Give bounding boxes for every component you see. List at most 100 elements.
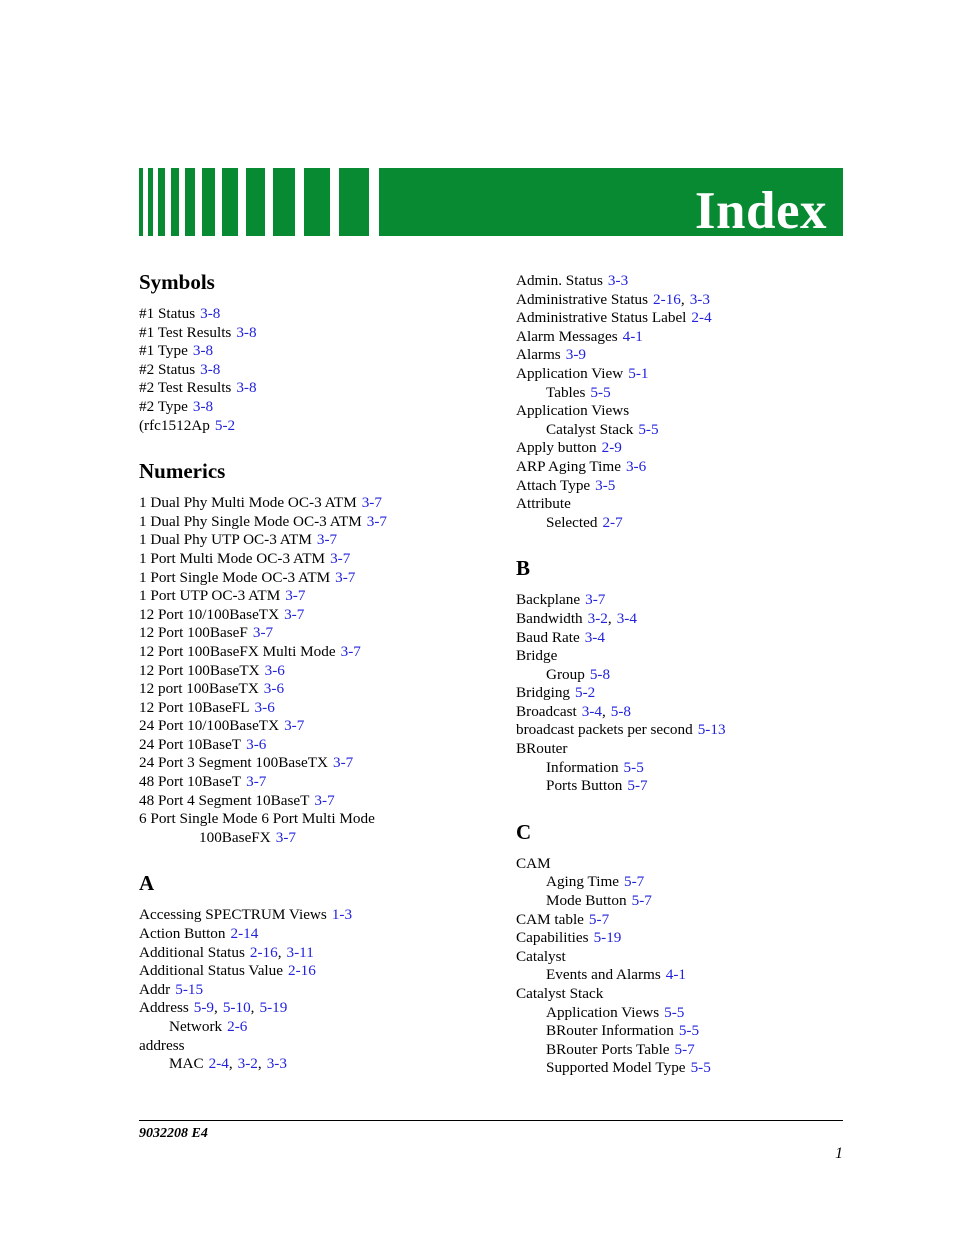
index-page-reference[interactable]: 1-3 — [332, 906, 352, 923]
index-page-reference[interactable]: 3-7 — [284, 606, 304, 623]
index-page-reference[interactable]: 2-9 — [602, 439, 622, 456]
index-page-reference[interactable]: 2-16 — [288, 962, 316, 979]
index-page-reference[interactable]: 2-16 — [250, 944, 278, 961]
index-page-reference[interactable]: 3-8 — [200, 305, 220, 322]
index-page-reference[interactable]: 3-6 — [265, 662, 285, 679]
index-entry-label: 1 Dual Phy Multi Mode OC-3 ATM — [139, 494, 357, 512]
index-page-reference[interactable]: 3-7 — [276, 829, 296, 846]
index-entry: Attach Type 3-5 — [516, 477, 856, 496]
index-page-reference[interactable]: 3-6 — [246, 736, 266, 753]
index-page-reference[interactable]: 3-8 — [193, 398, 213, 415]
index-column-right: Admin. Status 3-3 Administrative Status 2-1… — [516, 272, 856, 1078]
index-page-reference[interactable]: 5-2 — [215, 417, 235, 434]
index-page-reference[interactable]: 3-7 — [341, 643, 361, 660]
index-page-reference[interactable]: 3-6 — [255, 699, 275, 716]
index-entry-label: Application View — [516, 364, 624, 382]
index-page-reference[interactable]: 4-1 — [666, 966, 686, 983]
index-entry-label: #1 Test Results — [139, 323, 232, 341]
index-column-left: Symbols #1 Status 3-8 #1 Test Results 3-8 #1 … — [139, 272, 479, 1074]
index-page-reference[interactable]: 3-4 — [617, 610, 637, 627]
index-page-reference[interactable]: 2-14 — [230, 925, 258, 942]
index-page-reference[interactable]: 3-7 — [330, 550, 350, 567]
index-entry: #2 Type 3-8 — [139, 398, 479, 417]
index-page-reference[interactable]: 3-3 — [267, 1055, 287, 1072]
barcode-bar — [339, 168, 369, 236]
index-entry-label: 100BaseFX — [199, 828, 271, 846]
index-page-reference[interactable]: 3-7 — [285, 587, 305, 604]
index-page-reference[interactable]: 5-9 — [194, 999, 214, 1016]
index-page-reference[interactable]: 3-8 — [236, 379, 256, 396]
index-page-reference[interactable]: 4-1 — [623, 328, 643, 345]
index-entry: 6 Port Single Mode 6 Port Multi Mode — [139, 810, 479, 829]
index-entry-label: #1 Type — [139, 342, 188, 360]
index-page-reference[interactable]: 5-8 — [590, 666, 610, 683]
index-entry-label: Addr — [139, 980, 171, 998]
barcode-bar — [171, 168, 179, 236]
index-entry-label: Events and Alarms — [546, 966, 661, 984]
index-page-reference[interactable]: 5-7 — [632, 892, 652, 909]
index-page-reference[interactable]: 5-10 — [223, 999, 251, 1016]
index-entry: 12 Port 10/100BaseTX 3-7 — [139, 606, 479, 625]
index-entry: BRouter Information 5-5 — [516, 1022, 856, 1041]
index-page-reference[interactable]: 5-5 — [624, 759, 644, 776]
index-page-reference[interactable]: 5-7 — [675, 1041, 695, 1058]
index-page-reference[interactable]: 3-7 — [367, 513, 387, 530]
index-page-reference[interactable]: 2-6 — [227, 1018, 247, 1035]
index-page-reference[interactable]: 3-8 — [236, 324, 256, 341]
index-page-reference[interactable]: 3-5 — [595, 477, 615, 494]
index-page-reference[interactable]: 5-15 — [175, 981, 203, 998]
index-page-reference[interactable]: 3-2 — [238, 1055, 258, 1072]
banner-green-block: Index — [414, 168, 843, 238]
index-page-reference[interactable]: 5-8 — [611, 703, 631, 720]
index-page-reference[interactable]: 5-5 — [664, 1004, 684, 1021]
index-page-reference[interactable]: 3-6 — [626, 458, 646, 475]
index-page-reference[interactable]: 3-3 — [690, 291, 710, 308]
index-page-reference[interactable]: 3-9 — [566, 346, 586, 363]
index-entry: Administrative Status Label 2-4 — [516, 309, 856, 328]
index-page-reference[interactable]: 5-5 — [679, 1022, 699, 1039]
index-page-reference[interactable]: 2-4 — [209, 1055, 229, 1072]
index-page-reference[interactable]: 2-4 — [691, 309, 711, 326]
index-entry-label: Bridge — [516, 647, 558, 665]
index-page-reference[interactable]: 3-6 — [264, 680, 284, 697]
index-page-reference[interactable]: 5-7 — [627, 777, 647, 794]
index-page-reference[interactable]: 5-5 — [638, 421, 658, 438]
index-page-reference[interactable]: 3-11 — [287, 944, 314, 961]
index-page-reference[interactable]: 5-5 — [691, 1059, 711, 1076]
index-page-reference[interactable]: 5-5 — [590, 384, 610, 401]
index-page-reference[interactable]: 3-7 — [585, 591, 605, 608]
index-page-reference[interactable]: 3-7 — [317, 531, 337, 548]
index-page-reference[interactable]: 3-7 — [333, 754, 353, 771]
index-page-reference[interactable]: 5-19 — [594, 929, 622, 946]
index-page-reference[interactable]: 3-7 — [335, 569, 355, 586]
index-entry-label: Additional Status Value — [139, 962, 283, 980]
index-page-reference[interactable]: 3-4 — [585, 629, 605, 646]
index-page-reference[interactable]: 5-7 — [589, 911, 609, 928]
index-entry: Backplane 3-7 — [516, 591, 856, 610]
index-entry: 24 Port 10/100BaseTX 3-7 — [139, 717, 479, 736]
index-page-reference[interactable]: 3-7 — [362, 494, 382, 511]
index-entry: Bridge — [516, 647, 856, 666]
index-page-reference[interactable]: 3-7 — [284, 717, 304, 734]
index-entry-label: 48 Port 10BaseT — [139, 773, 242, 791]
index-page-reference[interactable]: 3-8 — [193, 342, 213, 359]
barcode-bar — [273, 168, 295, 236]
index-page-reference[interactable]: 2-7 — [602, 514, 622, 531]
index-page-reference[interactable]: 3-7 — [253, 624, 273, 641]
index-page-reference[interactable]: 5-1 — [628, 365, 648, 382]
index-entry-label: BRouter — [516, 740, 568, 758]
index-page-reference[interactable]: 5-7 — [624, 873, 644, 890]
index-page-reference[interactable]: 5-2 — [575, 684, 595, 701]
index-page-reference[interactable]: 5-19 — [259, 999, 287, 1016]
index-page-reference[interactable]: 3-3 — [608, 272, 628, 289]
index-entry-label: Catalyst Stack — [516, 985, 604, 1002]
index-entry-label: Apply button — [516, 439, 597, 457]
barcode-bar — [185, 168, 195, 236]
index-page-reference[interactable]: 2-16 — [653, 291, 681, 308]
index-page-reference[interactable]: 3-2 — [588, 610, 608, 627]
index-page-reference[interactable]: 3-7 — [246, 773, 266, 790]
index-page-reference[interactable]: 3-4 — [582, 703, 602, 720]
index-page-reference[interactable]: 3-7 — [314, 792, 334, 809]
index-page-reference[interactable]: 3-8 — [200, 361, 220, 378]
index-page-reference[interactable]: 5-13 — [698, 721, 726, 738]
